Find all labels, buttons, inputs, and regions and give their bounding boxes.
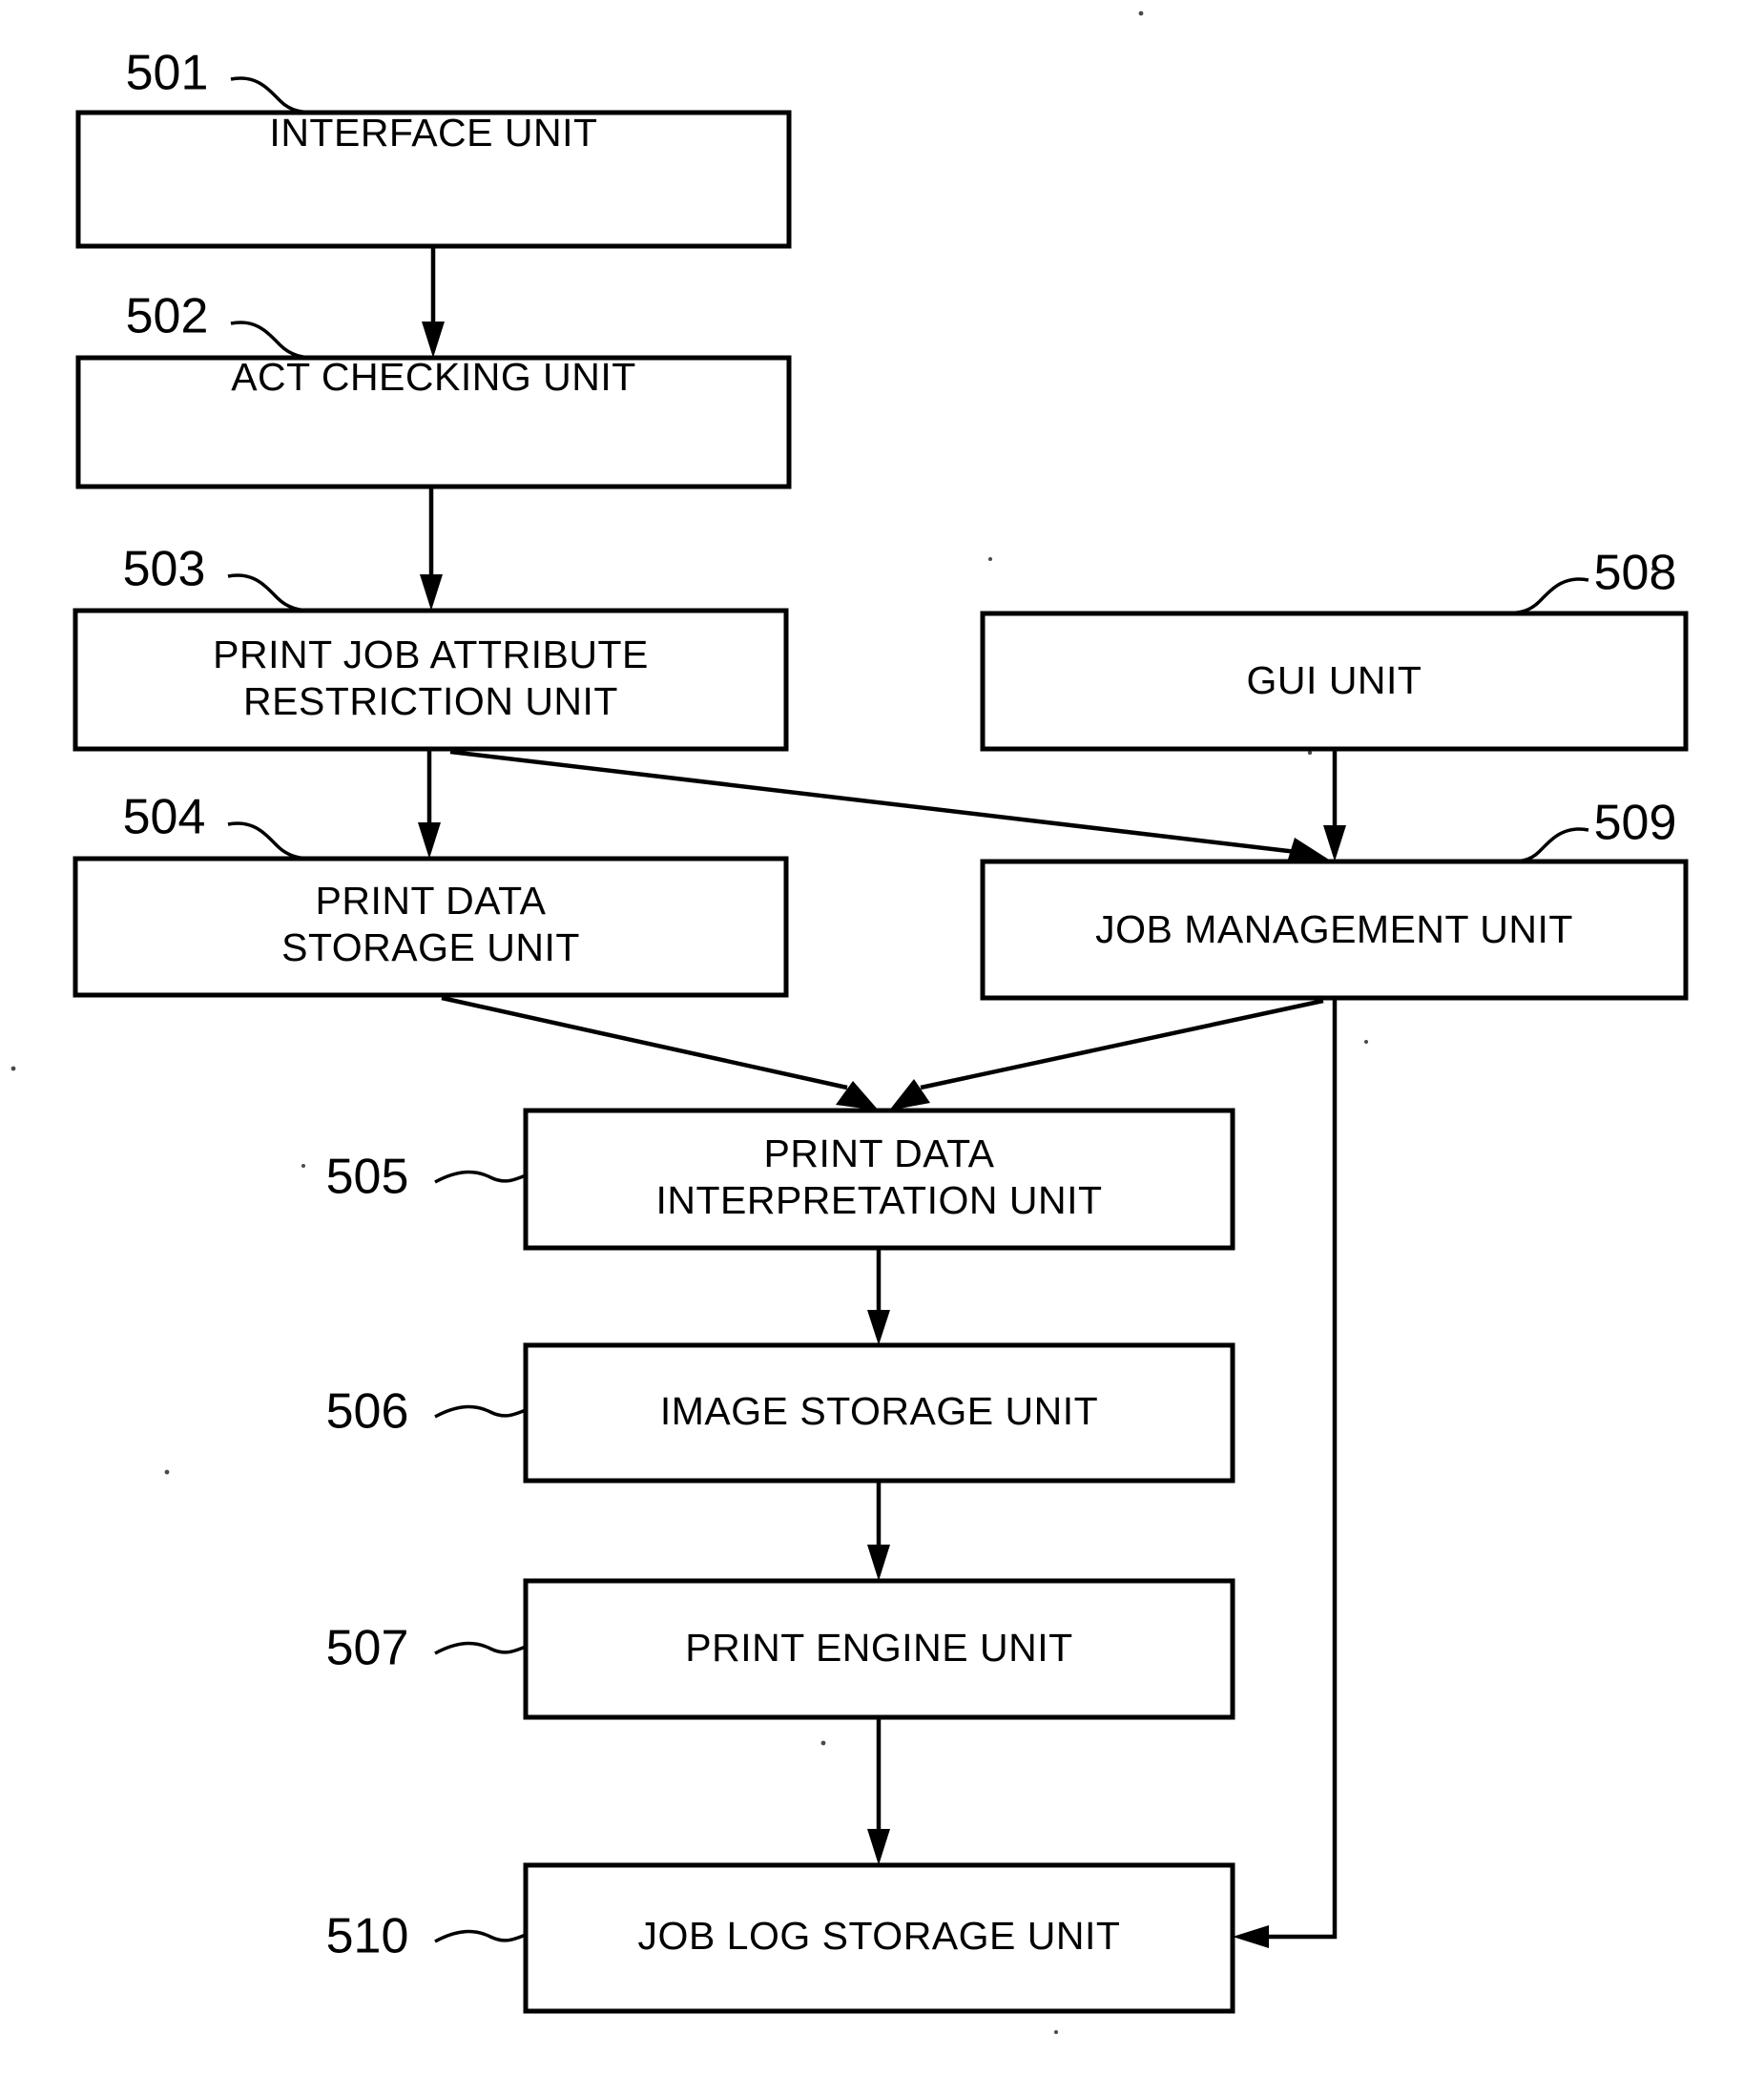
connector-507-to-510 <box>867 1717 890 1865</box>
ref-509: 509 <box>1503 796 1677 863</box>
block-501-interface-unit[interactable]: INTERFACE UNIT <box>75 110 792 249</box>
block-509-job-management-unit[interactable]: JOB MANAGEMENT UNIT <box>980 859 1689 1001</box>
block-504-label-line2: STORAGE UNIT <box>281 925 580 969</box>
ref-502-leader <box>230 321 317 360</box>
connector-503-to-504 <box>418 749 441 859</box>
ref-503-leader <box>227 573 314 612</box>
block-505-label-line1: PRINT DATA <box>764 1131 995 1175</box>
ref-508: 508 <box>1503 546 1677 615</box>
block-501-label: INTERFACE UNIT <box>269 111 597 155</box>
ref-506-number: 506 <box>326 1384 409 1440</box>
block-503-label-line1: PRINT JOB ATTRIBUTE <box>213 633 649 676</box>
ref-505-leader <box>434 1170 527 1184</box>
connector-503-to-509 <box>449 749 1329 862</box>
connector-502-to-503 <box>420 487 443 611</box>
block-506-image-storage-unit[interactable]: IMAGE STORAGE UNIT <box>523 1342 1235 1484</box>
ref-509-number: 509 <box>1594 796 1677 851</box>
block-508-label: GUI UNIT <box>1247 658 1422 702</box>
block-508-gui-unit[interactable]: GUI UNIT <box>980 611 1689 752</box>
connector-508-to-509 <box>1323 749 1346 862</box>
connector-504-to-505 <box>441 995 879 1111</box>
block-505-print-data-interpretation-unit[interactable]: PRINT DATA INTERPRETATION UNIT <box>523 1108 1235 1251</box>
connector-509-to-510 <box>1233 998 1338 1948</box>
ref-506-leader <box>434 1404 527 1419</box>
block-510-job-log-storage-unit[interactable]: JOB LOG STORAGE UNIT <box>523 1862 1235 2014</box>
ref-508-leader <box>1503 577 1589 615</box>
block-507-print-engine-unit[interactable]: PRINT ENGINE UNIT <box>523 1578 1235 1720</box>
figure-canvas: INTERFACE UNIT 501 ACT CHECKING UNIT 502… <box>0 0 1764 2076</box>
ref-505-number: 505 <box>326 1150 409 1205</box>
scan-noise <box>10 10 1655 2034</box>
block-509-label: JOB MANAGEMENT UNIT <box>1095 907 1573 951</box>
ref-501-number: 501 <box>126 46 209 101</box>
block-510-label: JOB LOG STORAGE UNIT <box>638 1914 1121 1958</box>
block-507-label: PRINT ENGINE UNIT <box>685 1626 1072 1670</box>
block-504-label-line1: PRINT DATA <box>316 879 547 923</box>
ref-502-number: 502 <box>126 289 209 344</box>
block-505-label-line2: INTERPRETATION UNIT <box>655 1178 1102 1222</box>
ref-503: 503 <box>123 542 314 612</box>
ref-507-leader <box>434 1641 527 1655</box>
ref-508-number: 508 <box>1594 546 1677 601</box>
connector-501-to-502 <box>422 246 445 358</box>
block-502-act-checking-unit[interactable]: ACT CHECKING UNIT <box>75 355 792 489</box>
ref-504: 504 <box>123 790 314 861</box>
ref-510-number: 510 <box>326 1909 409 1964</box>
ref-510-leader <box>434 1929 527 1943</box>
ref-506: 506 <box>326 1384 527 1440</box>
block-diagram-svg: INTERFACE UNIT 501 ACT CHECKING UNIT 502… <box>10 10 1689 2034</box>
ref-507-number: 507 <box>326 1621 409 1676</box>
ref-502: 502 <box>126 289 317 360</box>
connector-509-to-505 <box>889 998 1324 1111</box>
ref-503-number: 503 <box>123 542 206 597</box>
ref-507: 507 <box>326 1621 527 1676</box>
ref-504-number: 504 <box>123 790 206 845</box>
block-503-label-line2: RESTRICTION UNIT <box>243 679 618 723</box>
connector-505-to-506 <box>867 1248 890 1345</box>
ref-501-leader <box>230 76 317 114</box>
ref-509-leader <box>1503 827 1589 863</box>
block-506-label: IMAGE STORAGE UNIT <box>660 1389 1098 1433</box>
block-504-print-data-storage-unit[interactable]: PRINT DATA STORAGE UNIT <box>73 856 789 998</box>
ref-505: 505 <box>326 1150 527 1205</box>
block-503-print-job-attribute-restriction-unit[interactable]: PRINT JOB ATTRIBUTE RESTRICTION UNIT <box>73 608 789 752</box>
ref-510: 510 <box>326 1909 527 1964</box>
block-502-label: ACT CHECKING UNIT <box>231 355 636 399</box>
connector-506-to-507 <box>867 1481 890 1581</box>
ref-504-leader <box>227 821 314 861</box>
ref-501: 501 <box>126 46 317 114</box>
